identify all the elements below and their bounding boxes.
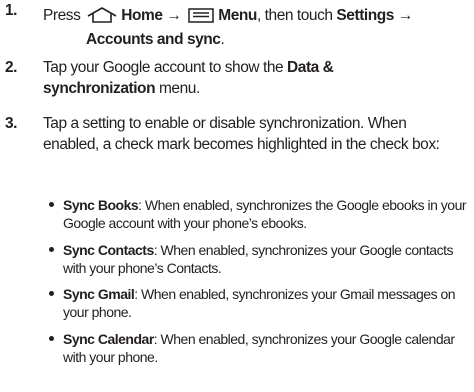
arrow: → — [397, 7, 414, 24]
arrow: → — [166, 7, 182, 24]
list-item-sync-gmail: Sync Gmail: When enabled, synchronizes y… — [49, 285, 471, 321]
home-icon — [87, 7, 117, 29]
step-end: . — [220, 31, 225, 48]
step-1: 1. Press Home → Menu, then touch Setting… — [0, 0, 474, 50]
bullet-icon — [49, 202, 54, 207]
step-text-then: , then touch — [256, 7, 333, 24]
list-item-sync-books: Sync Books: When enabled, synchronizes t… — [49, 196, 471, 232]
bullet-title: Sync Gmail — [63, 286, 135, 302]
list-item-sync-contacts: Sync Contacts: When enabled, synchronize… — [49, 241, 471, 277]
step-text: Tap a setting to enable or disable synch… — [43, 115, 440, 153]
step-number: 1. — [5, 2, 18, 19]
step-number: 2. — [5, 59, 18, 76]
bullet-icon — [49, 291, 54, 296]
menu-icon — [188, 8, 215, 29]
step-2: 2. Tap your Google account to show the D… — [0, 57, 474, 99]
step-text-after: menu. — [158, 80, 200, 97]
bullet-title: Sync Calendar — [63, 331, 154, 347]
step-3: 3. Tap a setting to enable or disable sy… — [0, 113, 474, 155]
list-item-sync-calendar: Sync Calendar: When enabled, synchronize… — [49, 330, 471, 366]
bullet-title: Sync Contacts — [63, 242, 154, 258]
home-key-label: Home — [121, 7, 163, 24]
step-text: Press — [43, 7, 81, 24]
step-text: Tap your Google account to show the — [43, 59, 284, 76]
accounts-and-sync-label: Accounts and sync — [86, 31, 221, 48]
menu-key-label: Menu — [218, 7, 257, 24]
step-number: 3. — [5, 115, 18, 132]
bullet-icon — [49, 336, 54, 341]
bullet-title: Sync Books — [63, 197, 139, 213]
settings-label: Settings — [336, 7, 394, 24]
bullet-icon — [49, 247, 54, 252]
